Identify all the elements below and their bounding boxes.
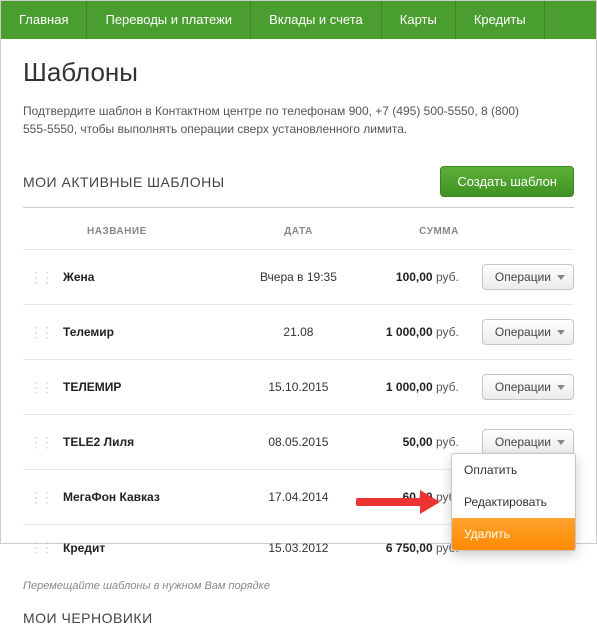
menu-delete[interactable]: Удалить (452, 518, 575, 550)
nav-item-2[interactable]: Вклады и счета (251, 1, 382, 39)
drag-handle-icon[interactable]: ⋮⋮ (23, 305, 57, 360)
template-date: 15.03.2012 (240, 525, 357, 571)
col-date: ДАТА (240, 218, 357, 250)
template-name: МегаФон Кавказ (57, 470, 240, 525)
drag-handle-icon[interactable]: ⋮⋮ (23, 250, 57, 305)
drag-handle-icon[interactable]: ⋮⋮ (23, 360, 57, 415)
col-sum: СУММА (357, 218, 465, 250)
menu-pay[interactable]: Оплатить (452, 454, 575, 486)
reorder-hint: Перемещайте шаблоны в нужном Вам порядке (23, 580, 574, 592)
template-date: 21.08 (240, 305, 357, 360)
table-row: ⋮⋮ЖенаВчера в 19:35100,00 руб. Операции (23, 250, 574, 305)
operations-menu: Оплатить Редактировать Удалить (451, 453, 576, 551)
template-date: Вчера в 19:35 (240, 250, 357, 305)
nav-item-4[interactable]: Кредиты (456, 1, 545, 39)
col-name: НАЗВАНИЕ (57, 218, 240, 250)
drag-handle-icon[interactable]: ⋮⋮ (23, 470, 57, 525)
drafts-title: МОИ ЧЕРНОВИКИ (23, 610, 574, 626)
template-date: 15.10.2015 (240, 360, 357, 415)
template-date: 17.04.2014 (240, 470, 357, 525)
active-templates-title: МОИ АКТИВНЫЕ ШАБЛОНЫ (23, 174, 225, 190)
chevron-down-icon (557, 330, 565, 335)
template-sum: 100,00 руб. (357, 250, 465, 305)
chevron-down-icon (557, 385, 565, 390)
template-name: TELE2 Лиля (57, 415, 240, 470)
template-sum: 60,00 руб. (357, 470, 465, 525)
create-template-button[interactable]: Создать шаблон (440, 166, 574, 197)
operations-button[interactable]: Операции (482, 429, 574, 455)
template-sum: 1 000,00 руб. (357, 305, 465, 360)
chevron-down-icon (557, 275, 565, 280)
page-title: Шаблоны (23, 57, 574, 88)
nav-item-1[interactable]: Переводы и платежи (87, 1, 251, 39)
section-header: МОИ АКТИВНЫЕ ШАБЛОНЫ Создать шаблон (23, 166, 574, 208)
operations-button[interactable]: Операции (482, 374, 574, 400)
chevron-down-icon (557, 440, 565, 445)
template-sum: 1 000,00 руб. (357, 360, 465, 415)
template-date: 08.05.2015 (240, 415, 357, 470)
info-note: Подтвердите шаблон в Контактном центре п… (23, 102, 543, 138)
table-row: ⋮⋮ТЕЛЕМИР15.10.20151 000,00 руб. Операции (23, 360, 574, 415)
template-sum: 6 750,00 руб. (357, 525, 465, 571)
drag-handle-icon[interactable]: ⋮⋮ (23, 525, 57, 571)
template-name: Жена (57, 250, 240, 305)
nav-item-3[interactable]: Карты (382, 1, 456, 39)
template-sum: 50,00 руб. (357, 415, 465, 470)
drag-handle-icon[interactable]: ⋮⋮ (23, 415, 57, 470)
template-name: Телемир (57, 305, 240, 360)
top-nav: ГлавнаяПереводы и платежиВклады и счетаК… (1, 1, 596, 39)
operations-button[interactable]: Операции (482, 264, 574, 290)
menu-edit[interactable]: Редактировать (452, 486, 575, 518)
template-name: Кредит (57, 525, 240, 571)
nav-item-0[interactable]: Главная (1, 1, 87, 39)
operations-button[interactable]: Операции (482, 319, 574, 345)
template-name: ТЕЛЕМИР (57, 360, 240, 415)
table-row: ⋮⋮Телемир21.081 000,00 руб. Операции (23, 305, 574, 360)
